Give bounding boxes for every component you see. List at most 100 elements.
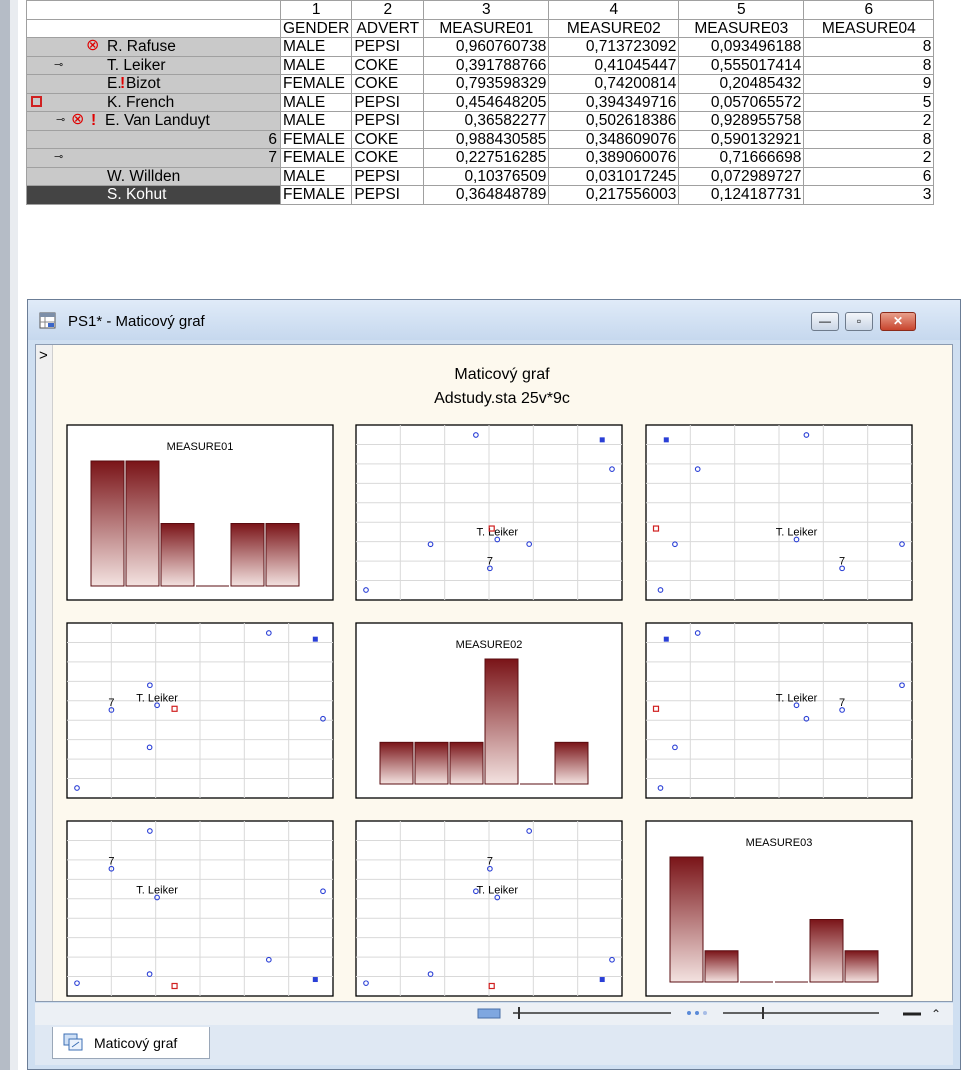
row-header[interactable]: ⊸ 7 [26, 148, 281, 168]
table-cell[interactable]: 0,217556003 [548, 185, 680, 205]
table-cell[interactable]: 0,960760738 [423, 37, 550, 57]
data-point[interactable] [663, 636, 669, 642]
table-cell[interactable]: 0,10376509 [423, 166, 550, 186]
table-cell[interactable]: 0,227516285 [423, 148, 550, 168]
data-point[interactable] [599, 437, 605, 443]
histogram-bar[interactable] [265, 523, 300, 587]
table-cell[interactable]: 0,364848789 [423, 185, 550, 205]
brush-tool-icon[interactable] [477, 1008, 501, 1019]
histogram-bar[interactable] [844, 950, 879, 983]
table-cell[interactable]: PEPSI [351, 37, 425, 57]
column-number[interactable]: 4 [548, 0, 680, 20]
histogram-bar[interactable] [809, 919, 844, 983]
minimize-button[interactable]: — [811, 312, 839, 331]
column-header[interactable]: MEASURE01 [423, 18, 550, 38]
histogram-bar[interactable] [90, 460, 125, 587]
table-cell[interactable]: 0,057065572 [678, 92, 805, 112]
histogram-bar[interactable] [484, 658, 519, 785]
table-row[interactable]: ⊸ 7 FEMALE COKE 0,227516285 0,389060076 0,7166… [26, 148, 935, 168]
collapse-chevron-icon[interactable]: ⌃ [931, 1007, 941, 1021]
table-cell[interactable]: 0,713723092 [548, 37, 680, 57]
table-row[interactable]: 6 FEMALE COKE 0,988430585 0,348609076 0,59013… [26, 129, 935, 149]
table-cell[interactable]: 0,093496188 [678, 37, 805, 57]
histogram-bar[interactable] [449, 741, 484, 785]
column-header[interactable]: MEASURE03 [678, 18, 805, 38]
row-header[interactable]: ! E. Bizot [26, 74, 281, 94]
table-cell[interactable]: 0,389060076 [548, 148, 680, 168]
table-cell[interactable]: 0,793598329 [423, 74, 550, 94]
matrix-chart[interactable]: Maticový graf Adstudy.sta 25v*9c MEASURE01… [53, 345, 952, 1001]
table-cell[interactable]: 0,74200814 [548, 74, 680, 94]
histogram-bar[interactable] [230, 523, 265, 587]
table-row[interactable]: K. French MALE PEPSI 0,454648205 0,394349716… [26, 92, 935, 112]
table-cell[interactable]: MALE [279, 92, 353, 112]
table-cell[interactable]: PEPSI [351, 185, 425, 205]
table-row[interactable]: S. Kohut FEMALE PEPSI 0,364848789 0,21755600… [26, 185, 935, 205]
table-cell[interactable]: 0,454648205 [423, 92, 550, 112]
page-dot-icon[interactable] [687, 1011, 691, 1015]
table-cell[interactable]: 0,928955758 [678, 111, 805, 131]
table-cell[interactable]: FEMALE [279, 185, 353, 205]
table-cell[interactable]: 8 [803, 55, 935, 75]
expand-arrow-icon[interactable]: > [39, 347, 48, 364]
page-dot-icon[interactable] [703, 1011, 707, 1015]
table-cell[interactable]: 0,71666698 [678, 148, 805, 168]
table-cell[interactable]: COKE [351, 74, 425, 94]
table-cell[interactable]: MALE [279, 111, 353, 131]
row-header[interactable]: K. French [26, 92, 281, 112]
table-cell[interactable]: 0,555017414 [678, 55, 805, 75]
column-header[interactable]: ADVERT [351, 18, 425, 38]
histogram-bar[interactable] [160, 523, 195, 587]
table-cell[interactable]: FEMALE [279, 148, 353, 168]
histogram-bar[interactable] [704, 950, 739, 983]
column-header[interactable]: MEASURE02 [548, 18, 680, 38]
histogram-bar[interactable] [554, 741, 589, 785]
table-cell[interactable]: COKE [351, 148, 425, 168]
table-cell[interactable]: PEPSI [351, 111, 425, 131]
row-header[interactable]: W. Willden [26, 166, 281, 186]
column-header[interactable]: MEASURE04 [803, 18, 935, 38]
window-titlebar[interactable]: PS1* - Maticový graf — ▫ ✕ [28, 300, 960, 340]
table-cell[interactable]: FEMALE [279, 129, 353, 149]
histogram-bar[interactable] [414, 741, 449, 785]
table-cell[interactable]: 0,20485432 [678, 74, 805, 94]
table-cell[interactable]: 0,502618386 [548, 111, 680, 131]
table-cell[interactable]: 0,124187731 [678, 185, 805, 205]
table-cell[interactable]: 3 [803, 185, 935, 205]
histogram-bar[interactable] [379, 741, 414, 785]
column-number[interactable]: 2 [351, 0, 425, 20]
table-cell[interactable]: MALE [279, 37, 353, 57]
table-cell[interactable]: 0,394349716 [548, 92, 680, 112]
close-button[interactable]: ✕ [880, 312, 916, 331]
column-header[interactable]: GENDER [279, 18, 353, 38]
table-cell[interactable]: MALE [279, 55, 353, 75]
row-header[interactable]: S. Kohut [26, 185, 281, 205]
table-row[interactable]: ⊗ R. Rafuse MALE PEPSI 0,960760738 0,71372309… [26, 37, 935, 57]
row-header[interactable]: 6 [26, 129, 281, 149]
table-row[interactable]: ⊸ T. Leiker MALE COKE 0,391788766 0,41045447 0… [26, 55, 935, 75]
data-point[interactable] [312, 636, 318, 642]
table-cell[interactable]: 9 [803, 74, 935, 94]
table-cell[interactable]: MALE [279, 166, 353, 186]
page-dot-icon[interactable] [695, 1011, 699, 1015]
table-cell[interactable]: 2 [803, 111, 935, 131]
data-point[interactable] [599, 977, 605, 983]
row-header[interactable]: ⊸ ⊗! E. Van Landuyt [26, 111, 281, 131]
table-cell[interactable]: COKE [351, 129, 425, 149]
tab-matrix-graph[interactable]: Maticový graf [52, 1027, 210, 1059]
table-cell[interactable]: 0,031017245 [548, 166, 680, 186]
maximize-button[interactable]: ▫ [845, 312, 873, 331]
table-cell[interactable]: PEPSI [351, 166, 425, 186]
column-number[interactable]: 3 [423, 0, 550, 20]
table-cell[interactable]: FEMALE [279, 74, 353, 94]
table-row[interactable]: ! E. Bizot FEMALE COKE 0,793598329 0,74200814… [26, 74, 935, 94]
table-cell[interactable]: 8 [803, 37, 935, 57]
table-cell[interactable]: 2 [803, 148, 935, 168]
table-cell[interactable]: 0,988430585 [423, 129, 550, 149]
table-cell[interactable]: 0,590132921 [678, 129, 805, 149]
table-cell[interactable]: PEPSI [351, 92, 425, 112]
table-cell[interactable]: 0,391788766 [423, 55, 550, 75]
table-cell[interactable]: 0,348609076 [548, 129, 680, 149]
table-cell[interactable]: COKE [351, 55, 425, 75]
table-cell[interactable]: 5 [803, 92, 935, 112]
